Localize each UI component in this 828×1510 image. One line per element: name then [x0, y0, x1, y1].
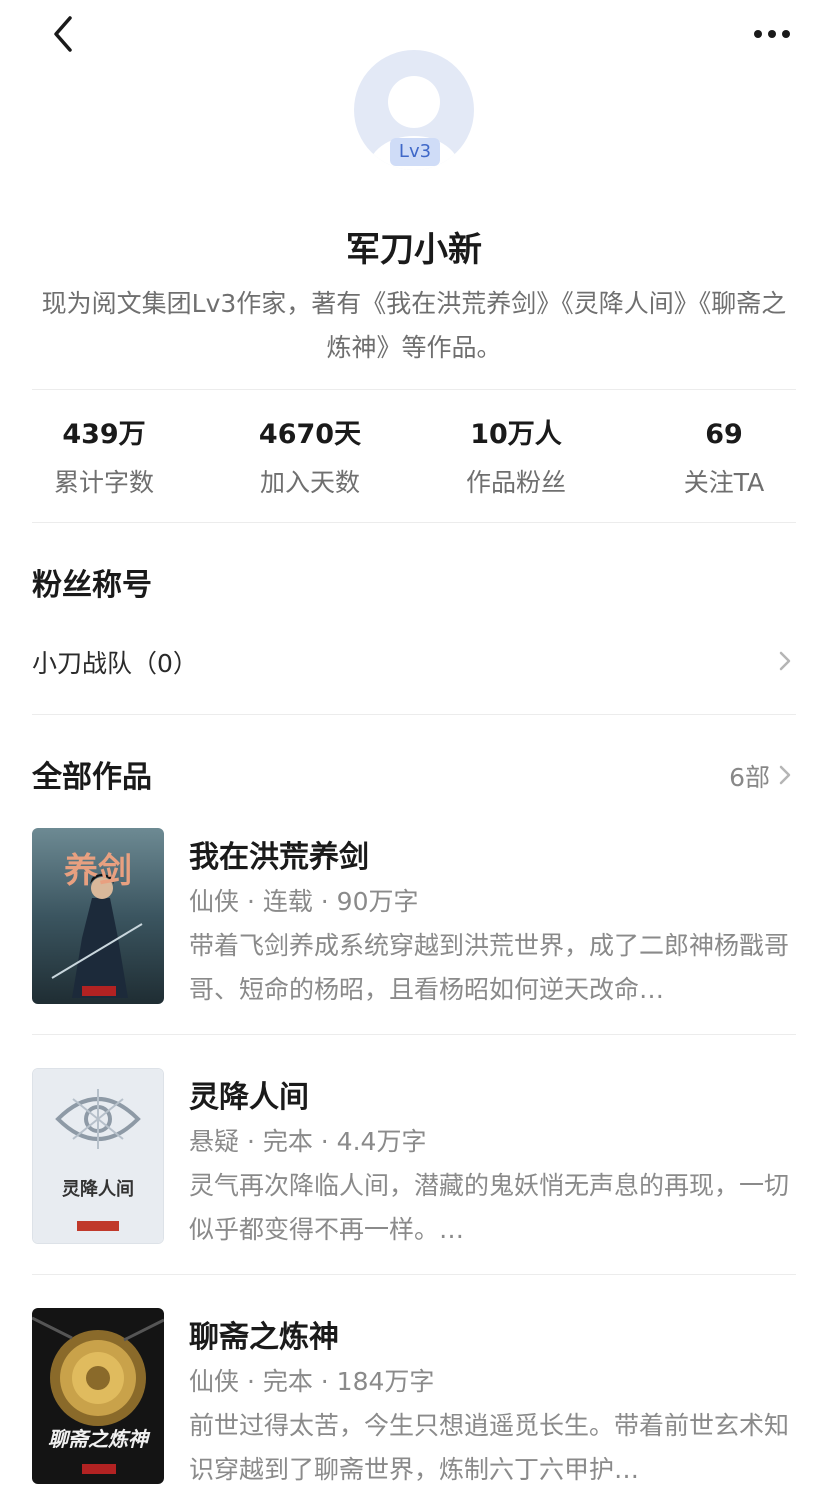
book-meta: 悬疑 · 完本 · 4.4万字 [189, 1127, 427, 1156]
book-cover: 灵降人间 [32, 1068, 164, 1244]
divider [32, 522, 796, 523]
book-description: 前世过得太苦，今生只想逍遥觅长生。带着前世玄术知识穿越到了聊斋世界，炼制六丁六甲… [189, 1411, 790, 1484]
stat-label: 加入天数 [259, 468, 360, 497]
chevron-left-icon [54, 16, 72, 52]
cover-title-text: 灵降人间 [62, 1178, 134, 1200]
author-bio: 现为阅文集团Lv3作家，著有《我在洪荒养剑》《灵降人间》《聊斋之炼神》等作品。 [41, 289, 787, 362]
divider [32, 1034, 796, 1035]
cover-title-text: 聊斋之炼神 [48, 1427, 151, 1451]
works-count-link[interactable]: 6部 [700, 756, 796, 796]
cover-title-text: 养剑 [64, 851, 132, 891]
book-meta: 仙侠 · 完本 · 184万字 [189, 1367, 435, 1396]
book-description: 灵气再次降临人间，潜藏的鬼妖悄无声息的再现，一切似乎都变得不再一样。… [189, 1171, 790, 1244]
book-cover: 聊斋之炼神 [32, 1308, 164, 1484]
book-meta: 仙侠 · 连载 · 90万字 [189, 887, 419, 916]
stat-value: 69 [705, 419, 743, 450]
fan-title-row[interactable]: 小刀战队（0） [32, 636, 796, 686]
book-title: 我在洪荒养剑 [189, 840, 369, 875]
more-dots-icon [754, 30, 790, 38]
fan-title-item: 小刀战队（0） [32, 649, 198, 678]
chevron-right-icon [779, 765, 791, 785]
divider [32, 389, 796, 390]
divider [32, 1274, 796, 1275]
stats-row: 439万 累计字数 4670天 加入天数 10万人 作品粉丝 69 关注TA [0, 415, 828, 515]
book-title: 灵降人间 [189, 1080, 309, 1115]
stat-value: 10万人 [470, 419, 562, 450]
back-button[interactable] [44, 12, 84, 56]
stat-value: 439万 [62, 419, 146, 450]
stat-value: 4670天 [258, 419, 362, 450]
chevron-right-icon [779, 651, 791, 671]
level-badge: Lv3 [390, 138, 440, 166]
book-item[interactable]: 养剑 我在洪荒养剑 仙侠 · 连载 · 90万字 带着飞剑养成系统穿越到洪荒世界… [32, 828, 796, 1008]
book-cover: 养剑 [32, 828, 164, 1004]
author-name: 军刀小新 [346, 230, 482, 270]
divider [32, 714, 796, 715]
fan-title-heading: 粉丝称号 [32, 568, 152, 603]
stat-label: 累计字数 [53, 468, 154, 497]
book-title: 聊斋之炼神 [189, 1320, 339, 1355]
stat-follow[interactable]: 69 关注TA [624, 415, 824, 499]
avatar[interactable]: Lv3 [354, 50, 474, 170]
stat-fans[interactable]: 10万人 作品粉丝 [416, 415, 616, 499]
stat-label: 作品粉丝 [465, 468, 566, 497]
stat-label: 关注TA [683, 468, 765, 497]
book-item[interactable]: 聊斋之炼神 聊斋之炼神 仙侠 · 完本 · 184万字 前世过得太苦，今生只想逍… [32, 1308, 796, 1488]
stat-word-count: 439万 累计字数 [4, 415, 204, 499]
stat-join-days: 4670天 加入天数 [210, 415, 410, 499]
book-item[interactable]: 灵降人间 灵降人间 悬疑 · 完本 · 4.4万字 灵气再次降临人间，潜藏的鬼妖… [32, 1068, 796, 1248]
book-description: 带着飞剑养成系统穿越到洪荒世界，成了二郎神杨戬哥哥、短命的杨昭，且看杨昭如何逆天… [189, 931, 790, 1004]
works-count: 6部 [729, 763, 770, 792]
works-heading: 全部作品 [32, 760, 152, 795]
more-button[interactable] [744, 18, 800, 50]
